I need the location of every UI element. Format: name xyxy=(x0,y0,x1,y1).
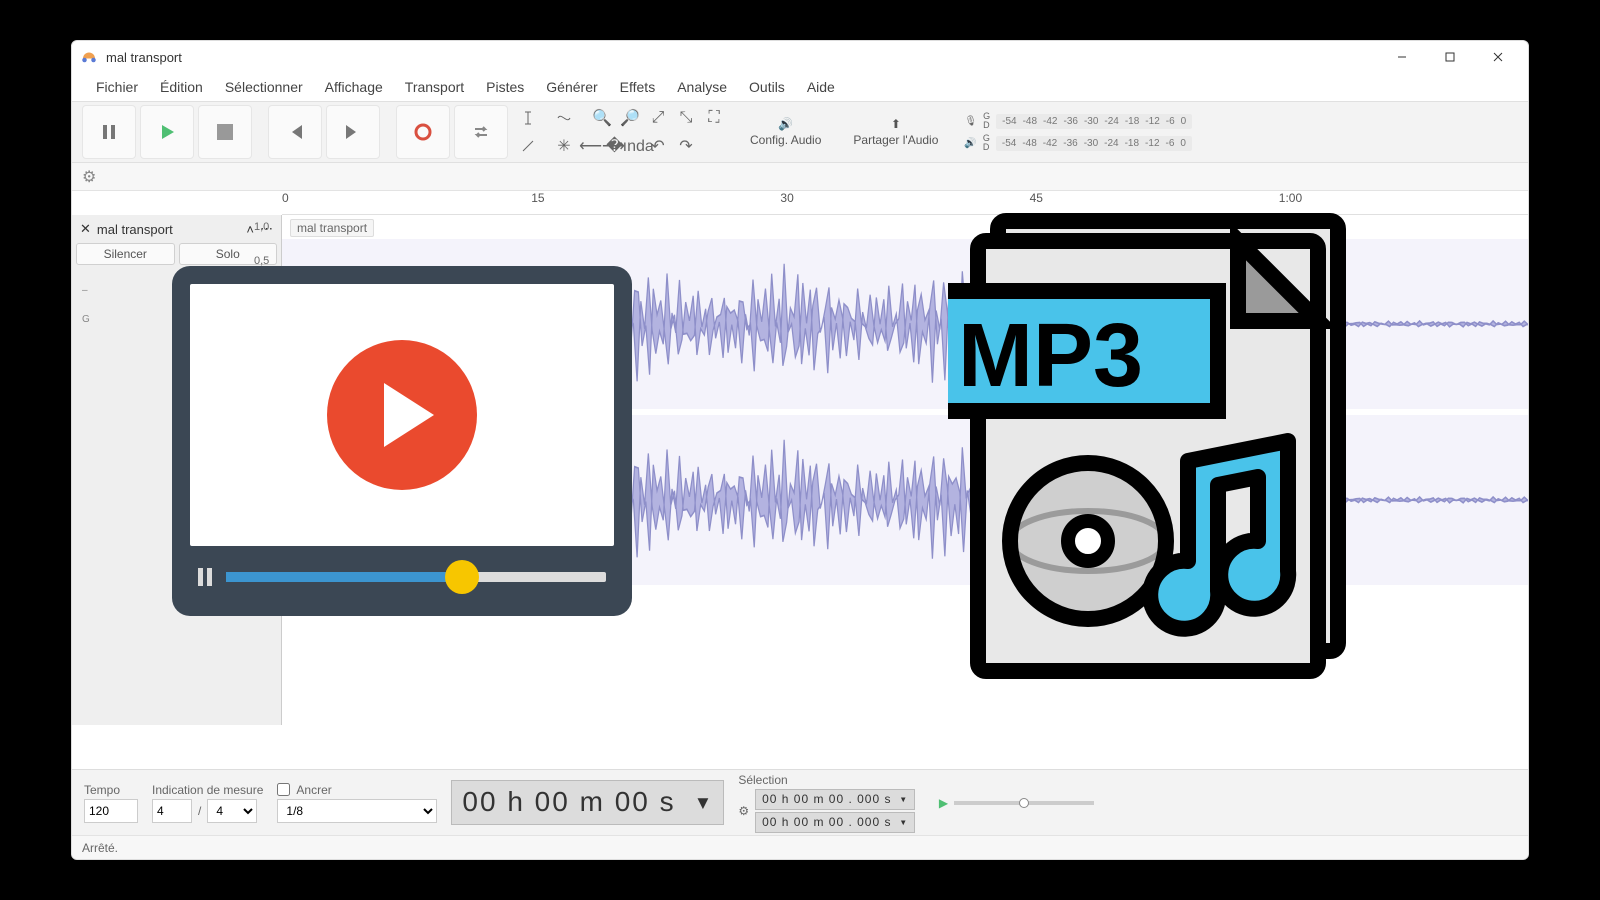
menubar: Fichier Édition Sélectionner Affichage T… xyxy=(72,73,1528,101)
overlay-play-icon xyxy=(327,340,477,490)
minimize-button[interactable] xyxy=(1380,43,1424,71)
sig-numerator-input[interactable] xyxy=(152,799,192,823)
tool-multi-icon[interactable]: ✳ xyxy=(552,134,576,158)
menu-effets[interactable]: Effets xyxy=(610,75,666,99)
gear-icon[interactable]: ⚙ xyxy=(82,167,96,187)
amp-scale: 1,0 xyxy=(254,221,269,233)
track-close-icon[interactable]: ✕ xyxy=(80,221,91,237)
overlay-mp3-graphic: MP3 xyxy=(948,211,1408,681)
tool-draw-icon[interactable] xyxy=(516,134,540,158)
mute-button[interactable]: Silencer xyxy=(76,243,175,265)
skip-end-button[interactable] xyxy=(326,105,380,159)
loop-button[interactable] xyxy=(454,105,508,159)
play-meter-scale[interactable]: -54-48-42-36-30-24-18-12-60 xyxy=(996,136,1192,151)
ruler-tick: 15 xyxy=(531,191,544,205)
ruler-tick: 1:00 xyxy=(1279,191,1302,205)
ruler-tick: 45 xyxy=(1030,191,1043,205)
stop-button[interactable] xyxy=(198,105,252,159)
silence-icon[interactable]: �ında xyxy=(618,134,642,158)
upload-icon: ⬆ xyxy=(891,117,901,131)
selection-start-input[interactable]: 00 h 00 m 00 . 000 s ▾ xyxy=(755,789,915,810)
zoom-tool-grid: 🔍 🔎 ⤢ ⤡ ⛶ ⟵⟶ �ında ↶ ↷ xyxy=(590,106,726,158)
gear-icon[interactable]: ⚙ xyxy=(738,804,749,818)
ruler-tick: 30 xyxy=(780,191,793,205)
ruler-tick: 0 xyxy=(282,191,289,205)
overlay-pause-icon xyxy=(198,568,212,586)
share-audio-label: Partager l'Audio xyxy=(853,133,938,147)
menu-generer[interactable]: Générer xyxy=(536,75,607,99)
anchor-checkbox[interactable] xyxy=(277,783,290,796)
app-logo-icon xyxy=(80,48,98,66)
overlay-progress-slider xyxy=(226,572,606,582)
speaker-icon: 🔊 xyxy=(778,117,793,131)
rec-meter-scale[interactable]: -54-48-42-36-30-24-18-12-60 xyxy=(996,114,1192,129)
mic-icon[interactable]: 🎙 xyxy=(964,116,977,127)
playback-speed-slider[interactable] xyxy=(954,801,1094,805)
clip-label[interactable]: mal transport xyxy=(290,219,374,237)
record-button[interactable] xyxy=(396,105,450,159)
menu-analyse[interactable]: Analyse xyxy=(667,75,737,99)
tool-selection-icon[interactable] xyxy=(516,106,540,130)
zoom-out-icon[interactable]: 🔎 xyxy=(618,106,642,130)
sig-denominator-select[interactable]: 4 xyxy=(207,799,257,823)
undo-icon[interactable]: ↶ xyxy=(646,134,670,158)
maximize-button[interactable] xyxy=(1428,43,1472,71)
close-button[interactable] xyxy=(1476,43,1520,71)
level-meters: 🎙 G D -54-48-42-36-30-24-18-12-60 🔊 G D … xyxy=(964,112,1192,152)
play-at-speed-icon[interactable]: ▶ xyxy=(939,796,948,810)
snap-select[interactable]: 1/8 xyxy=(277,799,437,823)
tool-envelope-icon[interactable] xyxy=(552,106,576,130)
overlay-video-player-graphic xyxy=(172,266,632,616)
pause-button[interactable] xyxy=(82,105,136,159)
status-bar: Arrêté. xyxy=(72,835,1528,859)
bottom-bar: Tempo Indication de mesure / 4 Ancrer 1/… xyxy=(72,769,1528,835)
play-button[interactable] xyxy=(140,105,194,159)
menu-selectionner[interactable]: Sélectionner xyxy=(215,75,313,99)
tempo-label: Tempo xyxy=(84,783,138,797)
menu-outils[interactable]: Outils xyxy=(739,75,795,99)
zoom-in-icon[interactable]: 🔍 xyxy=(590,106,614,130)
titlebar: mal transport xyxy=(72,41,1528,73)
app-window: mal transport Fichier Édition Sélectionn… xyxy=(71,40,1529,860)
speaker-meter-icon[interactable]: 🔊 xyxy=(964,138,976,149)
track-name[interactable]: mal transport xyxy=(97,222,241,237)
window-title: mal transport xyxy=(106,50,1380,65)
time-signature-label: Indication de mesure xyxy=(152,783,263,797)
zoom-toggle-icon[interactable]: ⛶ xyxy=(702,106,726,130)
anchor-label: Ancrer xyxy=(296,783,331,797)
play-ch-d: D xyxy=(983,143,990,152)
menu-pistes[interactable]: Pistes xyxy=(476,75,534,99)
share-audio-button[interactable]: ⬆ Partager l'Audio xyxy=(839,109,952,155)
toolbar: ✳ 🔍 🔎 ⤢ ⤡ ⛶ ⟵⟶ �ında ↶ ↷ 🔊 Config. Audio… xyxy=(72,101,1528,163)
menu-transport[interactable]: Transport xyxy=(395,75,474,99)
selection-label: Sélection xyxy=(738,773,915,787)
zoom-fit-icon[interactable]: ⤡ xyxy=(674,106,698,130)
track-collapse-icon[interactable]: ˄ xyxy=(246,222,254,237)
status-text: Arrêté. xyxy=(82,841,118,855)
skip-start-button[interactable] xyxy=(268,105,322,159)
audio-config-button[interactable]: 🔊 Config. Audio xyxy=(736,109,835,155)
menu-fichier[interactable]: Fichier xyxy=(86,75,148,99)
menu-edition[interactable]: Édition xyxy=(150,75,213,99)
redo-icon[interactable]: ↷ xyxy=(674,134,698,158)
menu-aide[interactable]: Aide xyxy=(797,75,845,99)
overlay-mp3-label: MP3 xyxy=(958,306,1143,406)
rec-ch-d: D xyxy=(983,121,990,130)
audio-config-label: Config. Audio xyxy=(750,133,821,147)
menu-affichage[interactable]: Affichage xyxy=(315,75,393,99)
zoom-fit-sel-icon[interactable]: ⤢ xyxy=(646,106,670,130)
selection-end-input[interactable]: 00 h 00 m 00 . 000 s ▾ xyxy=(755,812,915,833)
transport-time-display[interactable]: 00 h 00 m 00 s ▾ xyxy=(451,780,724,825)
tempo-input[interactable] xyxy=(84,799,138,823)
timeline-options-row: ⚙ xyxy=(72,163,1528,191)
